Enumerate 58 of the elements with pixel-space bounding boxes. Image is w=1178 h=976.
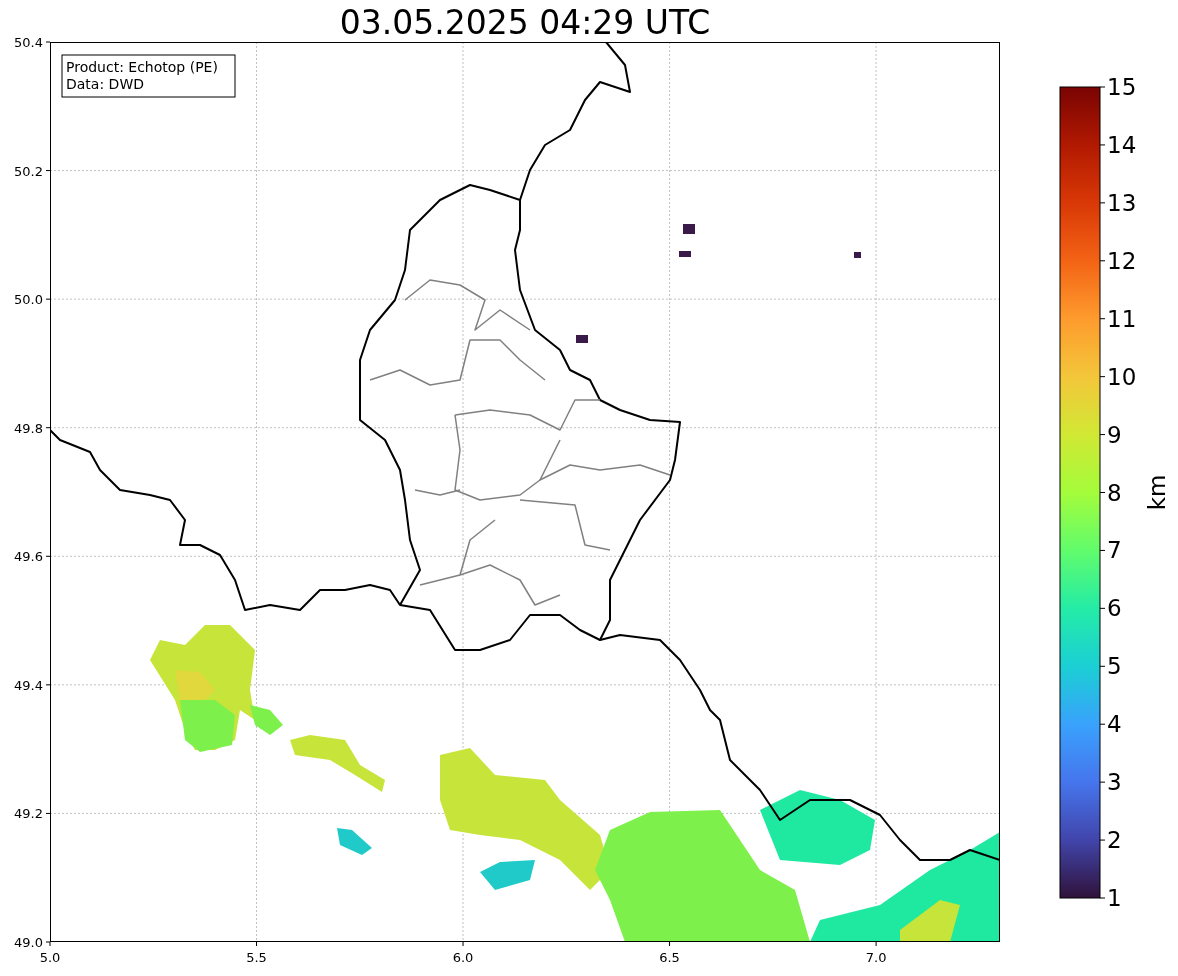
colorbar-tick-label: 9 [1107,421,1122,448]
tick-mark [45,41,51,43]
colorbar-tick-label: 6 [1107,595,1122,622]
colorbar-tick-label: 2 [1107,827,1122,854]
colorbar-tick-label: 10 [1107,363,1137,390]
tick-mark [45,812,51,814]
colorbar-tick-label: 7 [1107,537,1122,564]
colorbar-tick-label: 3 [1107,769,1122,796]
axis-tick-label: 49.2 [14,806,43,822]
colorbar-tick-label: 13 [1107,189,1137,216]
axis-tick-label: 49.6 [14,549,43,565]
tick-mark [256,941,257,947]
colorbar-tick-label: 11 [1107,305,1137,332]
tick-mark [462,941,464,947]
axis-tick-label: 50.4 [14,35,43,50]
tick-mark [1099,144,1106,146]
axis-tick-label: 49.4 [14,677,43,693]
axis-tick-label: 49.8 [14,420,43,436]
tick-mark [1099,260,1106,262]
tick-mark [1099,434,1106,436]
colorbar-tick-label: 12 [1107,247,1137,274]
tick-mark [1099,376,1106,378]
colorbar-tick-label: 4 [1107,711,1122,738]
colorbar-tick-label: 14 [1107,131,1137,158]
tick-mark [45,170,51,172]
tick-mark [1099,897,1106,899]
tick-mark [1099,549,1106,551]
chart-title: 03.05.2025 04:29 UTC [339,3,711,42]
colorbar-tick-label: 15 [1107,74,1137,100]
tick-mark [1099,839,1106,841]
tick-mark [875,941,877,947]
axis-tick-label: 6.0 [452,950,474,965]
tick-mark [45,684,51,686]
axis-tick-label: 5.0 [39,950,61,965]
tick-mark [45,298,51,300]
annotation-text: Product: Echotop (PE) [66,59,218,75]
tick-mark [1099,86,1106,88]
tick-mark [1099,318,1106,320]
tick-mark [1099,607,1106,609]
axis-tick-label: 6.5 [659,950,680,965]
tick-mark [1099,781,1106,783]
colorbar-label: km [1144,474,1170,511]
axis-tick-label: 49.0 [14,935,43,950]
tick-mark [1099,492,1106,493]
tick-mark [1099,202,1106,204]
tick-mark [669,941,671,947]
axis-tick-label: 5.5 [246,950,267,965]
axis-tick-label: 7.0 [865,950,887,965]
tick-mark [1099,723,1106,725]
annotation-text: Data: DWD [66,76,144,92]
tick-mark [45,427,51,429]
tick-mark [45,555,51,557]
tick-mark [1099,665,1106,667]
colorbar-tick-label: 1 [1107,885,1122,911]
axis-tick-label: 50.2 [14,163,43,179]
axis-tick-label: 50.0 [14,292,43,308]
colorbar-tick-label: 8 [1107,479,1122,506]
colorbar-tick-label: 5 [1107,653,1122,680]
